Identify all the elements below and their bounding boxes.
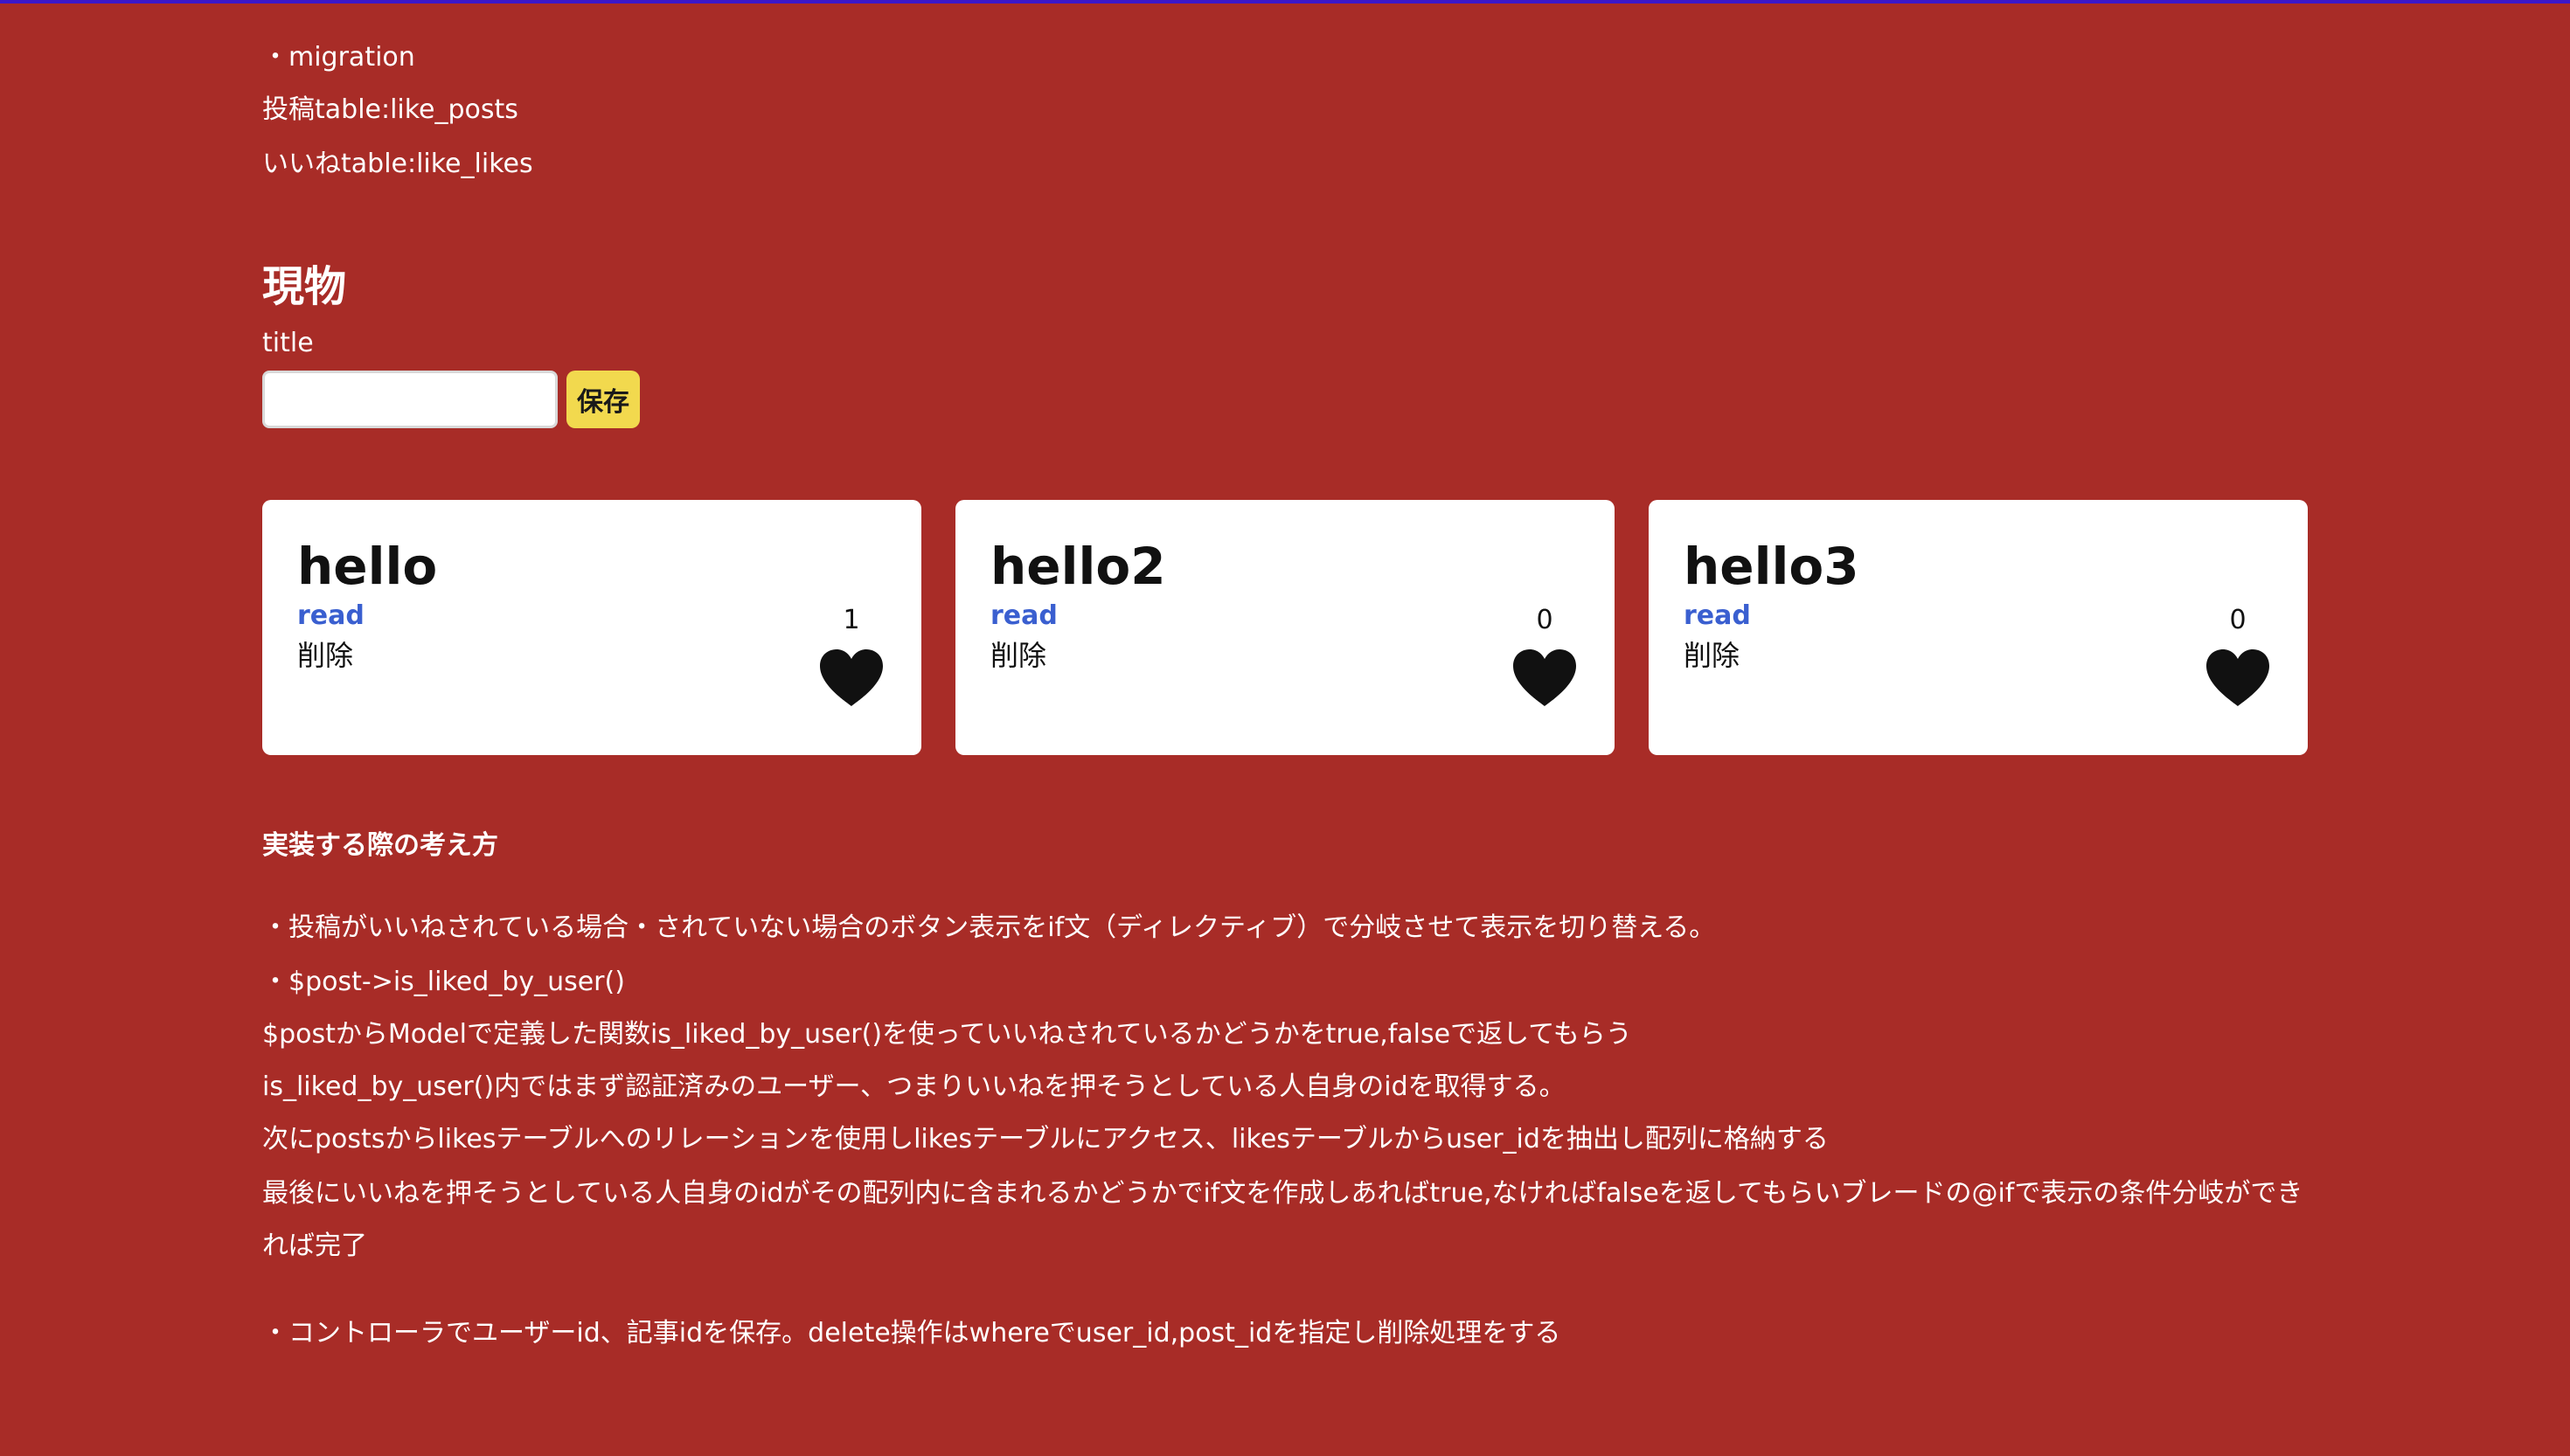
form-heading: 現物 [262, 262, 347, 311]
note-line: ・コントローラでユーザーid、記事idを保存。delete操作はwhereでus… [262, 1318, 1561, 1349]
like-count: 1 [843, 605, 860, 635]
note-line: 最後にいいねを押そうとしている人自身のidがその配列内に含まれるかどうかでif文… [262, 1178, 2303, 1261]
delete-button[interactable]: 削除 [297, 638, 353, 673]
note-line: is_liked_by_user()内ではまず認証済みのユーザー、つまりいいねを… [262, 1071, 1566, 1102]
post-card-list: hello read 削除 1 hello2 read 削除 0 hello3 … [262, 500, 2308, 755]
delete-button[interactable]: 削除 [990, 638, 1046, 673]
note-line: ・投稿がいいねされている場合・されていない場合のボタン表示をif文（ディレクティ… [262, 912, 1716, 943]
read-link[interactable]: read [1684, 600, 1751, 633]
black-heart-icon[interactable] [2203, 645, 2273, 711]
title-input[interactable] [262, 371, 558, 428]
delete-button[interactable]: 削除 [1684, 638, 1740, 673]
notes-title: 実装する際の考え方 [262, 830, 498, 861]
read-link[interactable]: read [297, 600, 365, 633]
post-title: hello2 [990, 537, 1166, 596]
note-line: $postからModelで定義した関数is_liked_by_user()を使っ… [262, 1019, 1632, 1050]
migration-label: ・migration [262, 42, 415, 73]
note-line: 次にpostsからlikesテーブルへのリレーションを使用しlikesテーブルに… [262, 1124, 1829, 1154]
posts-table-name: 投稿table:like_posts [262, 94, 518, 125]
save-button[interactable]: 保存 [566, 371, 640, 428]
post-card: hello3 read 削除 0 [1649, 500, 2308, 755]
top-accent-line [0, 0, 2570, 3]
read-link[interactable]: read [990, 600, 1058, 633]
post-title: hello [297, 537, 438, 596]
likes-table-name: いいねtable:like_likes [262, 149, 533, 179]
like-count: 0 [2229, 605, 2247, 635]
post-card: hello2 read 削除 0 [955, 500, 1615, 755]
note-line: ・$post->is_liked_by_user() [262, 967, 625, 997]
post-title: hello3 [1684, 537, 1859, 596]
post-card: hello read 削除 1 [262, 500, 921, 755]
like-count: 0 [1536, 605, 1553, 635]
black-heart-icon[interactable] [816, 645, 886, 711]
black-heart-icon[interactable] [1510, 645, 1580, 711]
title-field-label: title [262, 328, 314, 358]
